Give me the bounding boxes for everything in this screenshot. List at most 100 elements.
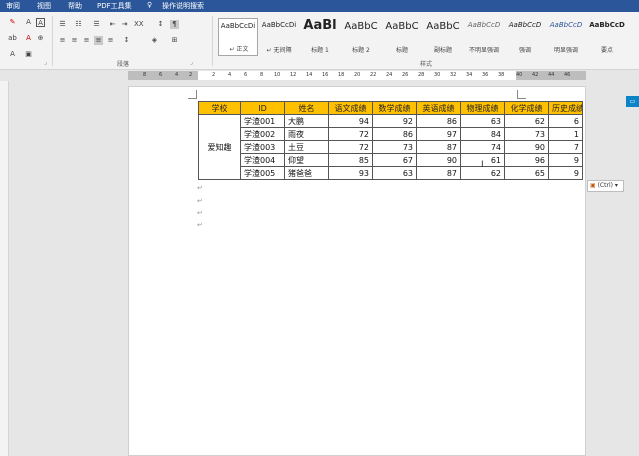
paste-options-button[interactable]: ▣ (Ctrl) ▾: [587, 180, 624, 192]
score-cell[interactable]: 1: [548, 127, 583, 141]
table-row: 爱知趣 学渣001 大鹏 94 92 86 63 62 6: [198, 114, 583, 180]
font-color-icon[interactable]: A: [24, 18, 33, 27]
table-header-row: 学校 ID 姓名 语文成绩 数学成绩 英语成绩 物理成绩 化学成绩 历史成绩: [198, 101, 583, 115]
show-marks-icon[interactable]: ¶: [170, 20, 179, 29]
menu-help[interactable]: 帮助: [68, 1, 82, 11]
id-cell[interactable]: 学渣005: [240, 166, 285, 180]
style-subtle-emphasis[interactable]: AaBbCcD 不明显强调: [464, 18, 504, 56]
score-cell[interactable]: 63: [372, 166, 417, 180]
vertical-ruler[interactable]: [0, 81, 9, 456]
borders-icon[interactable]: ⊞: [170, 36, 179, 45]
distributed-icon[interactable]: ≡: [106, 36, 115, 45]
score-cell[interactable]: 86: [372, 127, 417, 141]
score-cell[interactable]: 72: [328, 140, 373, 154]
style-heading-2[interactable]: AaBbC 标题 2: [341, 18, 381, 56]
header-cell[interactable]: 数学成绩: [372, 101, 417, 115]
id-cell[interactable]: 学渣004: [240, 153, 285, 167]
style-subtitle[interactable]: AaBbC 副标题: [423, 18, 463, 56]
score-cell[interactable]: 62: [504, 114, 549, 128]
score-cell[interactable]: 93: [328, 166, 373, 180]
header-cell[interactable]: 学校: [198, 101, 241, 115]
header-cell[interactable]: 化学成绩: [504, 101, 549, 115]
name-cell[interactable]: 大鹏: [284, 114, 329, 128]
style-title[interactable]: AaBbC 标题: [382, 18, 422, 56]
name-cell[interactable]: 猪爸爸: [284, 166, 329, 180]
school-cell[interactable]: 爱知趣: [198, 114, 241, 180]
text-color-icon[interactable]: A: [24, 34, 33, 43]
score-cell[interactable]: 87: [416, 166, 461, 180]
ruler-tick: 36: [482, 72, 489, 78]
style-heading-1[interactable]: AaBl 标题 1: [300, 18, 340, 56]
header-cell[interactable]: 姓名: [284, 101, 329, 115]
style-intense-emphasis[interactable]: AaBbCcD 明显强调: [546, 18, 586, 56]
score-cell[interactable]: 94: [328, 114, 373, 128]
score-cell[interactable]: 7: [548, 140, 583, 154]
align-left-icon[interactable]: ≡: [58, 36, 67, 45]
score-cell[interactable]: 9: [548, 153, 583, 167]
justify-icon[interactable]: ≡: [94, 36, 103, 45]
style-no-spacing[interactable]: AaBbCcDi ↵ 无间隔: [259, 18, 299, 56]
side-pane-tab-icon[interactable]: ▭: [626, 96, 639, 107]
highlight-icon[interactable]: ab: [8, 34, 17, 43]
char-border-icon[interactable]: A: [36, 18, 45, 27]
score-cell[interactable]: 72: [328, 127, 373, 141]
score-cell[interactable]: 9: [548, 166, 583, 180]
header-cell[interactable]: 历史成绩: [548, 101, 583, 115]
paste-options-label: (Ctrl): [597, 182, 613, 189]
score-cell[interactable]: 84: [460, 127, 505, 141]
name-cell[interactable]: 仰望: [284, 153, 329, 167]
align-right-icon[interactable]: ≡: [82, 36, 91, 45]
header-cell[interactable]: 英语成绩: [416, 101, 461, 115]
score-table[interactable]: 学校 ID 姓名 语文成绩 数学成绩 英语成绩 物理成绩 化学成绩 历史成绩 爱…: [198, 101, 583, 180]
score-cell[interactable]: 87: [416, 140, 461, 154]
chinese-layout-icon[interactable]: ⅩⅩ: [134, 20, 144, 29]
increase-indent-icon[interactable]: ⇥: [120, 20, 129, 29]
menu-tell-me-search[interactable]: 操作说明搜索: [162, 1, 204, 11]
multilevel-list-icon[interactable]: ☰: [92, 20, 101, 29]
score-cell[interactable]: 73: [372, 140, 417, 154]
paragraph-shading-icon[interactable]: ◈: [150, 36, 159, 45]
paragraph-mark: ↵: [197, 221, 203, 229]
menu-review[interactable]: 审阅: [6, 1, 20, 11]
name-cell[interactable]: 土豆: [284, 140, 329, 154]
enclose-char-icon[interactable]: ⊕: [36, 34, 45, 43]
score-cell[interactable]: 6: [548, 114, 583, 128]
line-spacing-icon[interactable]: ↕: [122, 36, 131, 45]
menu-pdf-tools[interactable]: PDF工具集: [97, 1, 132, 11]
score-cell[interactable]: 65: [504, 166, 549, 180]
header-cell[interactable]: ID: [240, 101, 285, 115]
score-cell[interactable]: 90: [416, 153, 461, 167]
header-cell[interactable]: 语文成绩: [328, 101, 373, 115]
shading-icon[interactable]: A: [8, 50, 17, 59]
name-cell[interactable]: 雨夜: [284, 127, 329, 141]
score-cell[interactable]: 86: [416, 114, 461, 128]
style-emphasis[interactable]: AaBbCcD 强调: [505, 18, 545, 56]
menu-view[interactable]: 视图: [37, 1, 51, 11]
id-cell[interactable]: 学渣002: [240, 127, 285, 141]
style-normal[interactable]: AaBbCcDi ↵ 正文: [218, 18, 258, 56]
score-cell[interactable]: 92: [372, 114, 417, 128]
horizontal-ruler[interactable]: 8 6 4 2 2 4 6 8 10 12 14 16 18 20 22 24 …: [0, 70, 639, 81]
format-painter-icon[interactable]: ✎: [8, 18, 17, 27]
document-page[interactable]: 学校 ID 姓名 语文成绩 数学成绩 英语成绩 物理成绩 化学成绩 历史成绩 爱…: [128, 86, 586, 456]
score-cell[interactable]: 85: [328, 153, 373, 167]
paragraph-dialog-launcher-icon[interactable]: ⌟: [190, 59, 193, 66]
char-scale-icon[interactable]: ▣: [24, 50, 33, 59]
score-cell[interactable]: 73: [504, 127, 549, 141]
align-center-icon[interactable]: ≡: [70, 36, 79, 45]
id-cell[interactable]: 学渣003: [240, 140, 285, 154]
score-cell[interactable]: 74: [460, 140, 505, 154]
score-cell[interactable]: 97: [416, 127, 461, 141]
style-strong[interactable]: AaBbCcD 要点: [587, 18, 627, 56]
sort-icon[interactable]: ↕: [156, 20, 165, 29]
score-cell[interactable]: 67: [372, 153, 417, 167]
font-dialog-launcher-icon[interactable]: ⌟: [44, 59, 47, 66]
score-cell[interactable]: 96: [504, 153, 549, 167]
id-cell[interactable]: 学渣001: [240, 114, 285, 128]
score-cell[interactable]: 63: [460, 114, 505, 128]
decrease-indent-icon[interactable]: ⇤: [108, 20, 117, 29]
bullets-icon[interactable]: ☰: [58, 20, 67, 29]
score-cell[interactable]: 90: [504, 140, 549, 154]
header-cell[interactable]: 物理成绩: [460, 101, 505, 115]
numbering-icon[interactable]: ☷: [74, 20, 83, 29]
